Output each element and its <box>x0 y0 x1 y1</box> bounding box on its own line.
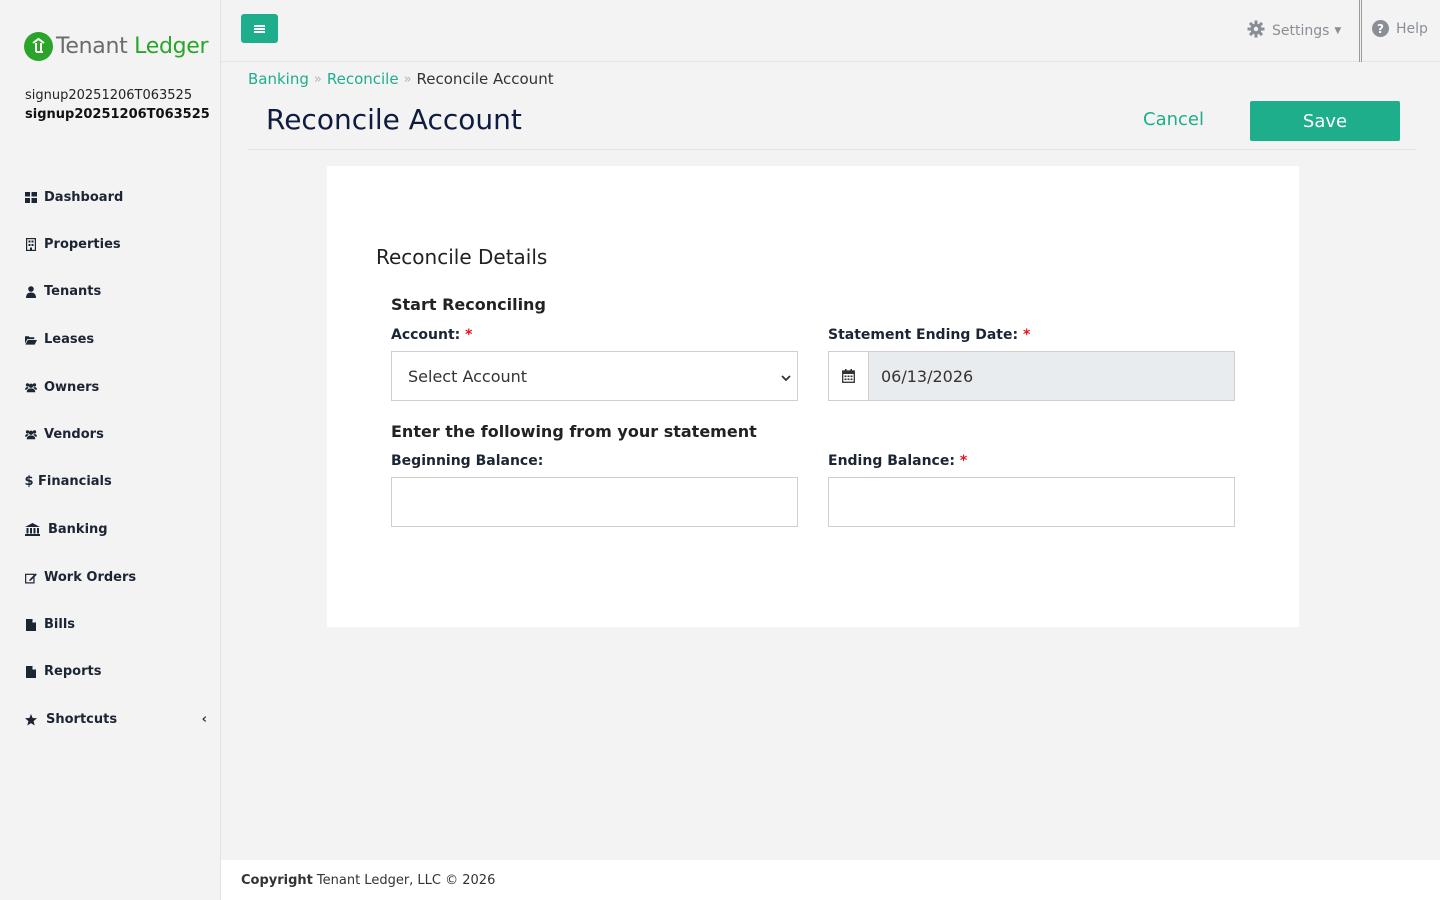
users-icon <box>25 381 37 394</box>
folder-open-icon <box>25 333 37 346</box>
statement-date-input[interactable]: 06/13/2026 <box>869 352 1234 400</box>
sidebar-item-label: Reports <box>44 664 102 679</box>
sidebar-item-shortcuts[interactable]: Shortcuts ‹ <box>25 712 207 727</box>
sidebar-item-bills[interactable]: Bills <box>25 617 205 632</box>
gear-icon <box>1247 20 1265 42</box>
start-reconciling-heading: Start Reconciling <box>391 295 546 314</box>
settings-menu[interactable]: Settings ▼ <box>1247 20 1341 42</box>
hamburger-icon <box>254 24 265 33</box>
header-divider <box>248 149 1416 150</box>
logo-mark-icon <box>24 32 53 61</box>
required-mark: * <box>1022 327 1031 343</box>
statement-date-label: Statement Ending Date: * <box>828 327 1030 343</box>
logo-text-part2: Ledger <box>134 34 209 59</box>
sidebar-item-label: Properties <box>44 237 121 252</box>
building-icon <box>25 238 37 251</box>
statement-date-field[interactable]: 06/13/2026 <box>828 351 1235 401</box>
chevron-down-icon <box>781 367 791 386</box>
sidebar-item-properties[interactable]: Properties <box>25 237 205 252</box>
topbar: Settings ▼ ? Help <box>221 0 1440 62</box>
chevron-left-icon[interactable]: ‹ <box>202 712 207 727</box>
cancel-button[interactable]: Cancel <box>1143 109 1204 130</box>
sidebar-item-label: Financials <box>38 474 112 489</box>
sidebar-item-label: Work Orders <box>44 570 137 585</box>
ending-balance-input[interactable] <box>828 477 1235 527</box>
breadcrumb: Banking » Reconcile » Reconcile Account <box>248 70 554 88</box>
account-label: Account: * <box>391 327 472 343</box>
save-button[interactable]: Save <box>1250 101 1400 141</box>
copyright-label: Copyright <box>241 872 313 888</box>
sidebar-item-banking[interactable]: Banking <box>25 522 205 537</box>
copyright-text: Tenant Ledger, LLC © 2026 <box>316 872 496 888</box>
dashboard-icon <box>25 191 37 204</box>
star-icon <box>25 713 37 726</box>
sidebar-item-label: Banking <box>48 522 108 537</box>
sidebar-item-label: Tenants <box>44 284 102 299</box>
beginning-balance-input[interactable] <box>391 477 798 527</box>
section-title: Reconcile Details <box>376 245 548 269</box>
sidebar-item-financials[interactable]: $ Financials <box>24 474 205 489</box>
sidebar-item-vendors[interactable]: Vendors <box>25 427 205 442</box>
breadcrumb-reconcile-link[interactable]: Reconcile <box>327 70 399 88</box>
user-icon <box>25 285 37 298</box>
sidebar-item-label: Dashboard <box>44 190 124 205</box>
ending-balance-label-text: Ending Balance: <box>828 453 955 469</box>
account-select-value: Select Account <box>408 366 528 386</box>
footer: Copyright Tenant Ledger, LLC © 2026 <box>221 860 1440 900</box>
statement-date-label-text: Statement Ending Date: <box>828 327 1019 343</box>
edit-icon <box>25 571 37 584</box>
breadcrumb-current: Reconcile Account <box>416 70 554 88</box>
sidebar-item-label: Owners <box>44 380 100 395</box>
sidebar-item-reports[interactable]: Reports <box>25 664 205 679</box>
bank-icon <box>25 523 40 536</box>
account-select[interactable]: Select Account <box>391 351 798 401</box>
breadcrumb-banking-link[interactable]: Banking <box>248 70 309 88</box>
ending-balance-label: Ending Balance: * <box>828 453 967 469</box>
topbar-divider <box>1359 0 1362 62</box>
sidebar-item-leases[interactable]: Leases <box>25 332 205 347</box>
help-label: Help <box>1396 20 1428 37</box>
sidebar-item-label: Vendors <box>44 427 104 442</box>
menu-toggle-button[interactable] <box>241 14 278 43</box>
help-link[interactable]: ? Help <box>1372 20 1428 37</box>
reconcile-details-card: Reconcile Details Start Reconciling Acco… <box>327 166 1299 627</box>
sidebar-item-label: Bills <box>44 617 76 632</box>
calendar-icon[interactable] <box>829 352 869 400</box>
required-mark: * <box>959 453 968 469</box>
sidebar-item-dashboard[interactable]: Dashboard <box>25 190 205 205</box>
file-icon <box>25 618 37 631</box>
logo-text-part1: Tenant <box>56 34 128 59</box>
dollar-icon: $ <box>24 474 34 489</box>
sidebar-item-work-orders[interactable]: Work Orders <box>25 570 205 585</box>
caret-down-icon: ▼ <box>1334 26 1342 36</box>
user-account: signup20251206T063525 <box>25 107 210 122</box>
brand-logo[interactable]: Tenant Ledger <box>24 32 209 61</box>
sidebar-item-label: Leases <box>44 332 95 347</box>
statement-heading: Enter the following from your statement <box>391 422 757 441</box>
sidebar: Tenant Ledger signup20251206T063525 sign… <box>0 0 221 900</box>
required-mark: * <box>465 327 473 343</box>
logo-text: Tenant Ledger <box>56 34 209 59</box>
sidebar-item-owners[interactable]: Owners <box>25 380 205 395</box>
breadcrumb-separator-icon: » <box>403 71 412 87</box>
users-icon <box>25 428 37 441</box>
file-icon <box>25 665 37 678</box>
account-label-text: Account: <box>391 327 461 343</box>
sidebar-item-tenants[interactable]: Tenants <box>25 284 205 299</box>
question-circle-icon: ? <box>1372 20 1389 37</box>
beginning-balance-label: Beginning Balance: <box>391 453 544 469</box>
user-name: signup20251206T063525 <box>25 88 193 103</box>
page-title: Reconcile Account <box>266 103 522 136</box>
breadcrumb-separator-icon: » <box>313 71 322 87</box>
sidebar-item-label: Shortcuts <box>46 712 118 727</box>
settings-label: Settings <box>1272 23 1330 39</box>
